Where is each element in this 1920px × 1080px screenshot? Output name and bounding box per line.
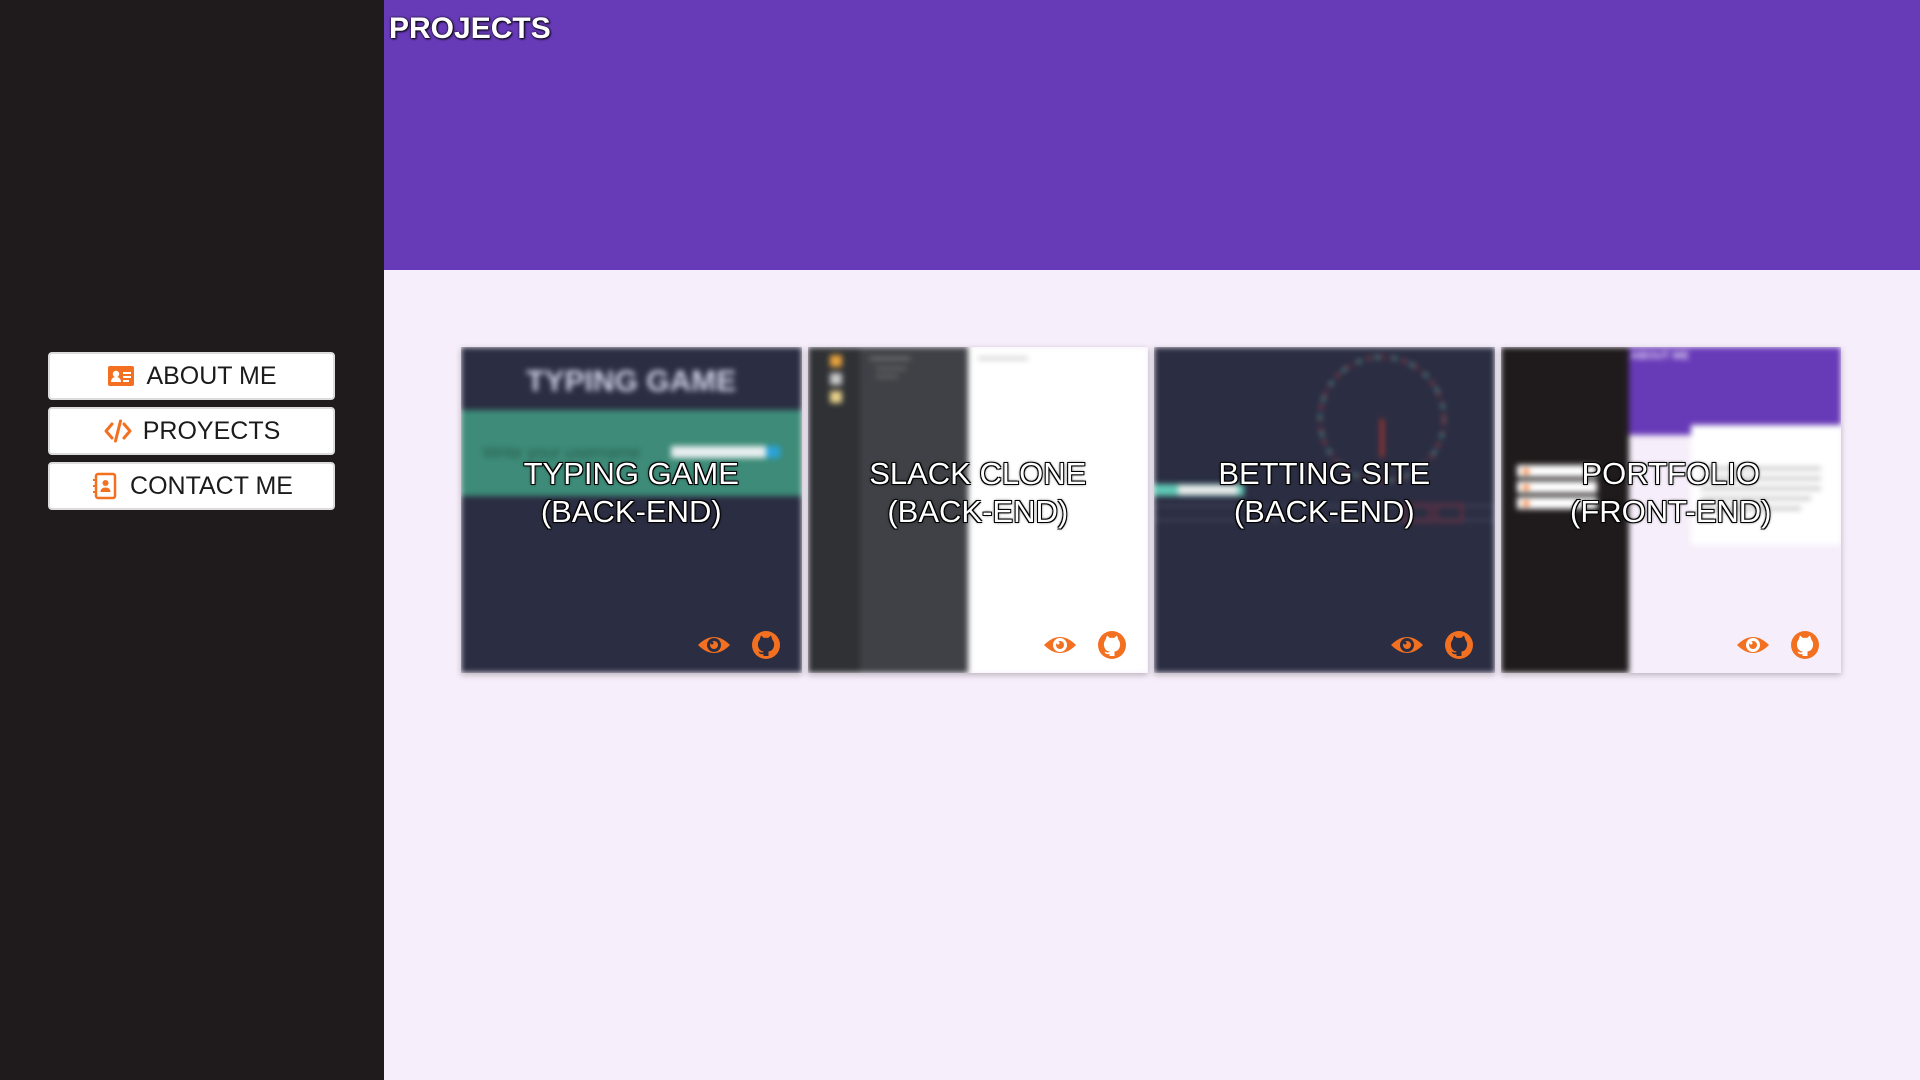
project-title: PORTFOLIO (FRONT-END) [1501,455,1842,531]
projects-button[interactable]: PROYECTS [48,407,335,455]
thumbnail-heading: ABOUT ME [1630,350,1690,362]
eye-icon[interactable] [1735,629,1771,661]
eye-icon[interactable] [1389,629,1425,661]
id-card-icon [106,361,136,391]
eye-icon[interactable] [1042,629,1078,661]
project-card-typing-game[interactable]: TYPING GAME Write your username TYPING G… [461,347,802,673]
project-links [1735,629,1823,661]
project-name: TYPING GAME [523,456,739,491]
main-content: PROJECTS TYPING GAME Write your username… [384,0,1920,1080]
project-title: TYPING GAME (BACK-END) [461,455,802,531]
project-title: BETTING SITE (BACK-END) [1154,455,1495,531]
project-type: (BACK-END) [887,494,1069,529]
github-icon[interactable] [1441,629,1477,661]
project-links [696,629,784,661]
project-card-slack-clone[interactable]: SLACK CLONE (BACK-END) [807,347,1149,673]
page-title: PROJECTS [389,12,551,45]
code-icon [103,416,133,446]
contact-book-icon [90,471,120,501]
sidebar-nav: ABOUT ME PROYECTS CONTACT ME [48,352,335,510]
project-card-portfolio[interactable]: ABOUT ME PORTFOLIO (FRONT-END) [1500,347,1842,673]
about-me-button[interactable]: ABOUT ME [48,352,335,400]
github-icon[interactable] [1094,629,1130,661]
project-links [1042,629,1130,661]
project-name: SLACK CLONE [869,456,1087,491]
project-type: (BACK-END) [1233,494,1415,529]
projects-grid: TYPING GAME Write your username TYPING G… [461,347,1841,673]
contact-me-button[interactable]: CONTACT ME [48,462,335,510]
project-title: SLACK CLONE (BACK-END) [808,455,1149,531]
contact-me-label: CONTACT ME [130,471,293,500]
project-links [1389,629,1477,661]
project-name: BETTING SITE [1218,456,1431,491]
project-type: (FRONT-END) [1570,494,1772,529]
page-header: PROJECTS [384,0,1920,270]
project-card-betting-site[interactable]: BETTING SITE (BACK-END) [1154,347,1495,673]
github-icon[interactable] [1787,629,1823,661]
thumbnail-heading: TYPING GAME [526,365,737,398]
about-me-label: ABOUT ME [146,361,277,390]
project-type: (BACK-END) [540,494,722,529]
projects-label: PROYECTS [142,416,281,445]
github-icon[interactable] [748,629,784,661]
eye-icon[interactable] [696,629,732,661]
project-name: PORTFOLIO [1581,456,1761,491]
sidebar: ABOUT ME PROYECTS CONTACT ME [0,0,384,1080]
